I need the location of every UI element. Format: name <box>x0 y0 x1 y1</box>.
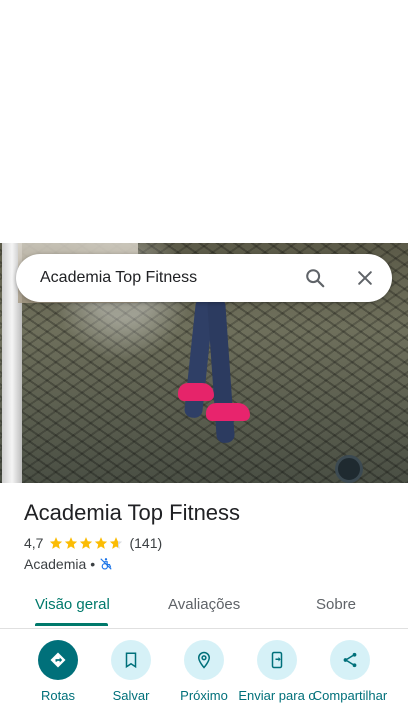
photo-detail <box>206 403 250 421</box>
search-icon[interactable] <box>301 264 329 292</box>
directions-icon <box>38 640 78 680</box>
action-label: Rotas <box>41 688 75 703</box>
nearby-icon <box>184 640 224 680</box>
photo-detail <box>178 383 214 401</box>
tab-bar: Visão geral Avaliações Sobre <box>0 584 408 629</box>
map-area[interactable] <box>0 0 408 243</box>
action-label: Compartilhar <box>312 688 388 703</box>
star-rating <box>49 536 123 550</box>
tab-about[interactable]: Sobre <box>316 596 356 613</box>
rating-row[interactable]: 4,7 (141) <box>24 535 162 551</box>
search-query[interactable]: Academia Top Fitness <box>40 269 197 287</box>
action-label: Enviar para o <box>238 688 316 703</box>
separator: • <box>90 556 96 572</box>
share-icon <box>330 640 370 680</box>
bookmark-icon <box>111 640 151 680</box>
star-icon <box>95 537 108 549</box>
review-count: (141) <box>129 535 163 551</box>
send-to-phone-button[interactable]: Enviar para o <box>237 640 317 704</box>
star-icon <box>80 537 93 549</box>
no-wheelchair-icon <box>100 558 112 570</box>
tab-overview[interactable]: Visão geral <box>35 596 110 613</box>
action-label: Próximo <box>180 688 228 703</box>
star-half-icon <box>110 537 123 549</box>
close-icon[interactable] <box>351 264 379 292</box>
search-bar[interactable]: Academia Top Fitness <box>16 254 392 302</box>
save-button[interactable]: Salvar <box>91 640 171 704</box>
photo-detail <box>206 297 236 444</box>
rating-value: 4,7 <box>24 535 44 551</box>
place-title: Academia Top Fitness <box>24 500 241 525</box>
send-to-phone-icon <box>257 640 297 680</box>
tab-indicator <box>35 623 108 626</box>
directions-button[interactable]: Rotas <box>18 640 98 704</box>
star-icon <box>65 537 78 549</box>
place-category: Academia <box>24 556 87 572</box>
photo-detail <box>335 455 363 483</box>
action-bar: Rotas Salvar Próximo Enviar para o Compa… <box>0 640 408 726</box>
category-row: Academia • <box>24 556 113 572</box>
tab-reviews[interactable]: Avaliações <box>168 596 240 613</box>
share-button[interactable]: Compartilhar <box>310 640 390 704</box>
action-label: Salvar <box>112 688 150 703</box>
nearby-button[interactable]: Próximo <box>164 640 244 704</box>
star-icon <box>50 537 63 549</box>
